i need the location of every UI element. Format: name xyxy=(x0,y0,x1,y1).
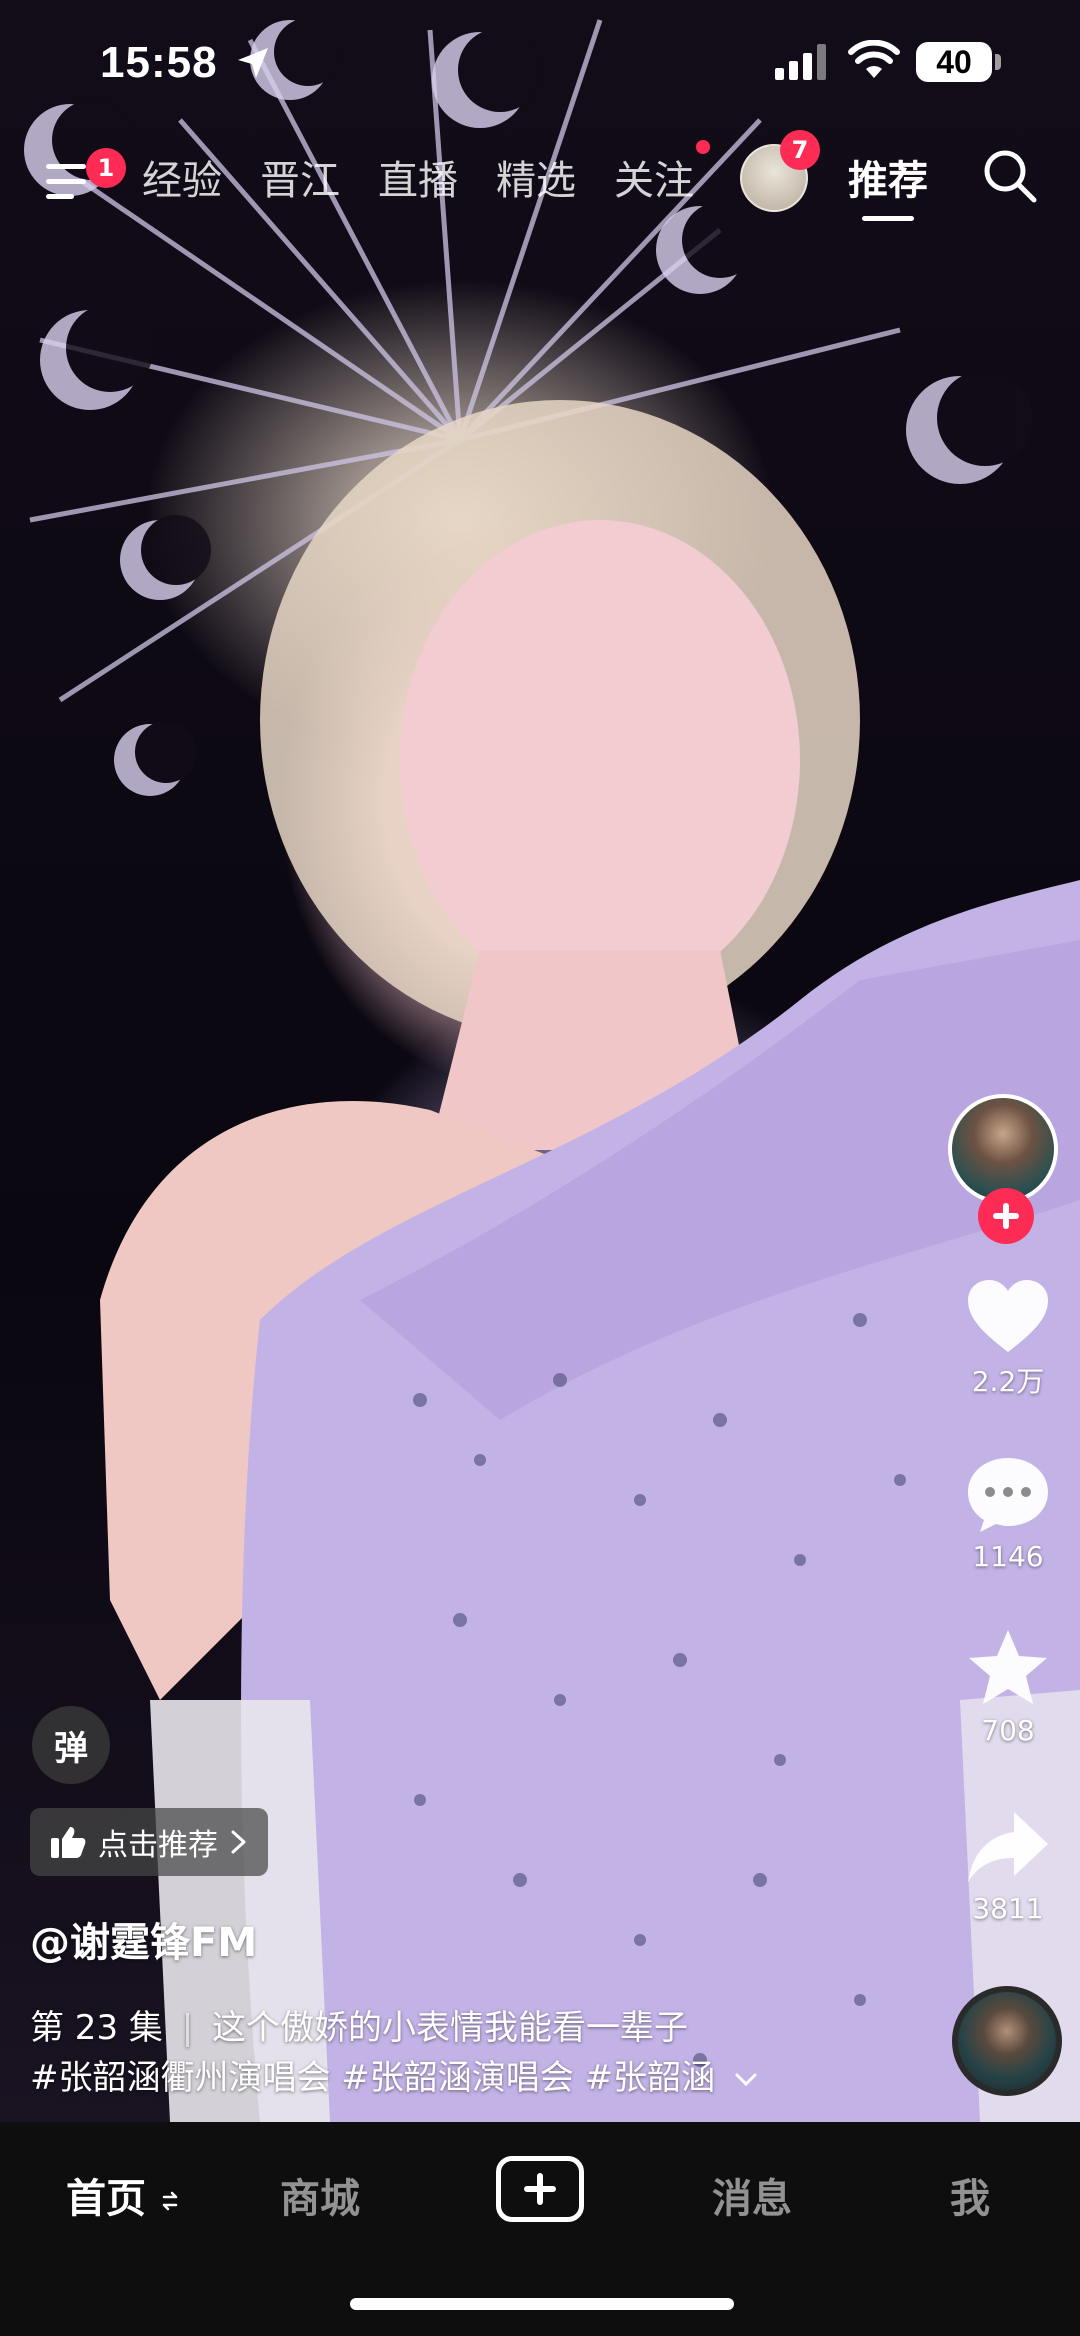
top-nav: 1 经验 晋江 直播 精选 关注 7 推荐 xyxy=(0,130,1080,230)
home-indicator xyxy=(350,2298,734,2310)
battery-tip xyxy=(995,54,1001,70)
separator: | xyxy=(181,2008,194,2048)
tab-me[interactable]: 我 xyxy=(950,2166,990,2224)
chevron-down-icon xyxy=(735,2073,757,2086)
wifi-icon xyxy=(848,40,900,78)
cellular-signal-icon xyxy=(775,44,826,80)
menu-button[interactable]: 1 xyxy=(42,148,126,210)
battery-level: 40 xyxy=(936,43,972,80)
tab-home-label: 首页 xyxy=(66,2176,146,2222)
music-disc[interactable] xyxy=(952,1986,1062,2096)
battery-indicator: 40 xyxy=(916,42,992,82)
tab-mall[interactable]: 商城 xyxy=(280,2166,360,2224)
status-time: 15:58 xyxy=(100,38,218,87)
like-count: 2.2万 xyxy=(971,1365,1045,1398)
favorite-count: 708 xyxy=(981,1714,1035,1747)
menu-notification-badge: 1 xyxy=(86,148,126,188)
location-arrow-icon xyxy=(238,48,268,78)
danmaku-label: 弹 xyxy=(54,1728,88,1769)
share-arrow-icon xyxy=(968,1812,1048,1882)
tab-following[interactable]: 关注 xyxy=(614,148,694,206)
search-icon xyxy=(984,150,1037,203)
favorite-button[interactable]: 708 xyxy=(948,1628,1068,1747)
video-frame-art xyxy=(24,18,1080,2122)
follow-button[interactable] xyxy=(978,1188,1034,1244)
plus-icon xyxy=(993,1203,1019,1229)
heart-icon xyxy=(968,1280,1048,1352)
share-button[interactable]: 3811 xyxy=(948,1810,1068,1925)
thumbs-up-icon xyxy=(51,1827,86,1858)
tab-home[interactable]: 首页 xyxy=(66,2166,180,2224)
create-button[interactable] xyxy=(496,2156,584,2222)
following-dot xyxy=(696,140,710,154)
video-description[interactable]: 第 23 集 | 这个傲娇的小表情我能看一辈子 xyxy=(30,2000,688,2049)
plus-icon xyxy=(524,2173,556,2205)
tab-recommend[interactable]: 推荐 xyxy=(848,148,928,206)
tab-jingyan[interactable]: 经验 xyxy=(142,148,222,206)
screen: 15:58 40 1 经验 晋江 直播 精选 关注 7 推荐 2.2万 1146… xyxy=(0,0,1080,2336)
status-bar: 15:58 40 xyxy=(0,0,1080,130)
chevron-right-icon xyxy=(231,1830,246,1854)
tab-messages[interactable]: 消息 xyxy=(712,2166,792,2224)
episode-label: 第 23 集 xyxy=(30,2008,163,2048)
comment-button[interactable]: 1146 xyxy=(948,1456,1068,1573)
comment-icon xyxy=(968,1458,1048,1532)
tab-featured[interactable]: 精选 xyxy=(496,148,576,206)
danmaku-toggle-button[interactable]: 弹 xyxy=(32,1706,110,1784)
recommend-button[interactable]: 点击推荐 xyxy=(30,1808,268,1876)
share-count: 3811 xyxy=(972,1892,1044,1925)
hashtags: #张韶涵衢州演唱会 #张韶涵演唱会 #张韶涵 xyxy=(30,2058,716,2098)
recommend-label: 点击推荐 xyxy=(98,1828,218,1863)
tab-jinjiang[interactable]: 晋江 xyxy=(260,148,340,206)
like-button[interactable]: 2.2万 xyxy=(948,1278,1068,1400)
hashtag-line[interactable]: #张韶涵衢州演唱会 #张韶涵演唱会 #张韶涵 xyxy=(30,2050,758,2099)
comment-count: 1146 xyxy=(972,1540,1044,1573)
star-icon xyxy=(969,1630,1047,1704)
avatar-notification-badge: 7 xyxy=(780,130,820,170)
caption-text: 这个傲娇的小表情我能看一辈子 xyxy=(211,2008,688,2048)
refresh-swap-icon xyxy=(162,2191,178,2211)
video-player[interactable] xyxy=(0,0,1080,2122)
author-name[interactable]: @谢霆锋FM xyxy=(30,1910,257,1968)
tab-live[interactable]: 直播 xyxy=(378,148,458,206)
active-tab-indicator xyxy=(862,216,914,221)
search-button[interactable] xyxy=(980,146,1044,210)
